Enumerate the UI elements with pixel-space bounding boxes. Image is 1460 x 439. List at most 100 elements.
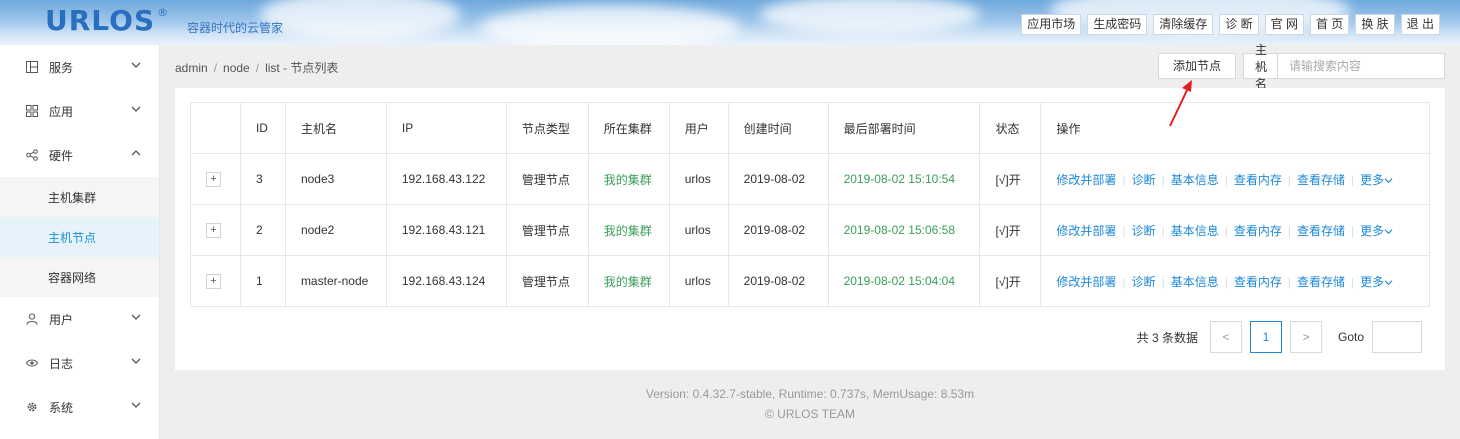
table-row: + 3 node3 192.168.43.122 管理节点 我的集群 urlos… [190,153,1430,205]
col-header-created: 创建时间 [727,102,829,154]
ops-separator: | [1161,172,1165,187]
search-field-select[interactable]: 主机名 [1244,43,1278,91]
col-header-status: 状态 [979,102,1042,154]
cell-actions: 修改并部署 | 诊断 | 基本信息 | 查看内存 | 查看存储 | 更多 [1040,153,1430,205]
col-header-ip: IP [385,102,507,154]
view-memory-link[interactable]: 查看内存 [1234,224,1282,238]
col-header-expand [190,102,241,154]
basic-info-link[interactable]: 基本信息 [1171,275,1219,289]
nav-clear-cache-button[interactable]: 清除缓存 [1153,14,1214,35]
breadcrumb-node[interactable]: node [223,61,250,75]
nav-skin-button[interactable]: 换 肤 [1355,14,1395,35]
nav-generate-password-button[interactable]: 生成密码 [1087,14,1148,35]
annotation-arrow-icon [1169,80,1192,127]
ops-separator: | [1350,223,1355,238]
sidebar-item-label: 服务 [49,60,74,75]
sidebar-item-label: 日志 [49,356,74,371]
cell-ip: 192.168.43.122 [385,153,507,205]
next-page-button[interactable]: > [1289,321,1322,353]
cell-ip: 192.168.43.121 [385,204,507,256]
modify-deploy-link[interactable]: 修改并部署 [1056,173,1116,187]
ops-separator: | [1350,274,1355,289]
sidebar-subitem-host-cluster[interactable]: 主机集群 [0,177,159,217]
grid-layout-icon [25,60,39,74]
sidebar-item-hardware[interactable]: 硬件 [0,133,159,177]
search-group: 主机名 [1243,43,1445,91]
view-memory-link[interactable]: 查看内存 [1234,173,1282,187]
goto-page-input[interactable] [1372,321,1422,353]
search-input[interactable] [1278,54,1444,78]
node-list-panel: ID 主机名 IP 节点类型 所在集群 用户 创建时间 最后部署时间 状态 操作… [175,88,1445,370]
cloud-decoration [760,0,980,35]
cell-last-deploy: 2019-08-02 15:04:04 [827,255,981,307]
table-row: + 2 node2 192.168.43.121 管理节点 我的集群 urlos… [190,204,1430,256]
breadcrumb-separator: / [255,61,260,75]
nav-diagnose-button[interactable]: 诊 断 [1219,14,1259,35]
footer-copyright: © URLOS TEAM [765,407,855,421]
more-dropdown[interactable]: 更多 [1360,173,1393,187]
expand-row-button[interactable]: + [206,172,221,187]
breadcrumb-list[interactable]: list [265,61,280,75]
prev-page-button[interactable]: < [1209,321,1242,353]
view-memory-link[interactable]: 查看内存 [1234,275,1282,289]
breadcrumb-admin[interactable]: admin [175,61,208,75]
gear-icon [25,400,39,414]
col-header-actions: 操作 [1040,102,1430,154]
diagnose-link[interactable]: 诊断 [1132,224,1156,238]
page-1-button[interactable]: 1 [1249,321,1282,353]
chevron-down-icon [131,62,141,68]
cell-id: 3 [239,153,286,205]
modify-deploy-link[interactable]: 修改并部署 [1056,224,1116,238]
expand-row-button[interactable]: + [206,274,221,289]
hardware-submenu: 主机集群 主机节点 容器网络 [0,177,159,297]
chevron-down-icon [1257,63,1267,69]
expand-row-button[interactable]: + [206,223,221,238]
nav-app-market-button[interactable]: 应用市场 [1021,14,1082,35]
cell-status: [√]开 [979,204,1042,256]
diagnose-link[interactable]: 诊断 [1132,275,1156,289]
breadcrumb-separator: / [213,61,218,75]
sidebar-item-apps[interactable]: 应用 [0,89,159,133]
pagination: 共 3 条数据 < 1 > Goto [1137,321,1422,353]
more-dropdown[interactable]: 更多 [1360,224,1393,238]
sidebar-item-users[interactable]: 用户 [0,297,159,341]
basic-info-link[interactable]: 基本信息 [1171,173,1219,187]
sidebar-subitem-container-network[interactable]: 容器网络 [0,257,159,297]
sidebar-item-label: 用户 [49,312,74,327]
more-dropdown[interactable]: 更多 [1360,275,1393,289]
chevron-down-icon [131,314,141,320]
modify-deploy-link[interactable]: 修改并部署 [1056,275,1116,289]
cell-last-deploy: 2019-08-02 15:06:58 [827,204,981,256]
cell-hostname: master-node [284,255,387,307]
urlos-logo[interactable]: URLOS ® [45,4,169,37]
basic-info-link[interactable]: 基本信息 [1171,224,1219,238]
ops-separator: | [1224,223,1228,238]
sidebar-item-services[interactable]: 服务 [0,45,159,89]
chevron-down-icon [131,402,141,408]
sidebar-subitem-host-node[interactable]: 主机节点 [0,217,159,257]
col-header-last-deploy: 最后部署时间 [827,102,981,154]
diagnose-link[interactable]: 诊断 [1132,173,1156,187]
chevron-up-icon [131,150,141,156]
nav-home-button[interactable]: 首 页 [1309,14,1350,35]
slogan: 容器时代的云管家 [187,21,284,35]
chevron-down-icon [131,358,141,364]
col-header-user: 用户 [668,102,729,154]
view-storage-link[interactable]: 查看存储 [1297,224,1345,238]
view-storage-link[interactable]: 查看存储 [1297,275,1345,289]
expand-cell: + [190,255,241,307]
cell-status: [√]开 [979,153,1042,205]
node-table: ID 主机名 IP 节点类型 所在集群 用户 创建时间 最后部署时间 状态 操作… [190,102,1430,307]
sidebar-item-logs[interactable]: 日志 [0,341,159,385]
cell-status: [√]开 [979,255,1042,307]
nav-logout-button[interactable]: 退 出 [1400,14,1440,35]
sidebar-item-system[interactable]: 系统 [0,385,159,429]
ops-separator: | [1287,172,1291,187]
view-storage-link[interactable]: 查看存储 [1297,173,1345,187]
nav-official-site-button[interactable]: 官 网 [1264,14,1304,35]
sidebar-item-label: 系统 [49,400,74,415]
more-label: 更多 [1360,223,1385,238]
ops-separator: | [1287,223,1291,238]
cell-last-deploy: 2019-08-02 15:10:54 [827,153,981,205]
cell-hostname: node3 [284,153,387,205]
